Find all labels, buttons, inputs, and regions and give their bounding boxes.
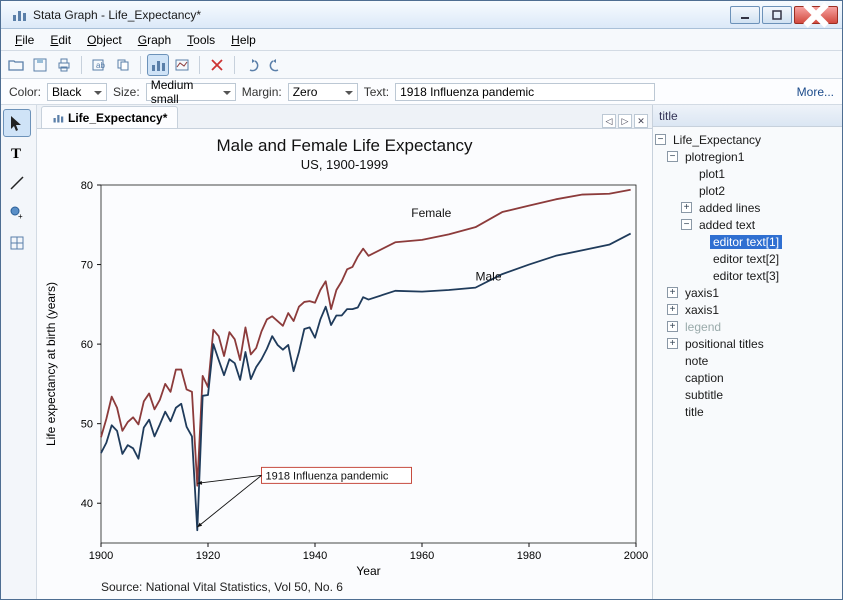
- tree-legend[interactable]: +legend: [653, 318, 842, 335]
- color-label: Color:: [9, 85, 41, 99]
- toolbar: ab: [1, 51, 842, 79]
- tree-plot2[interactable]: plot2: [653, 182, 842, 199]
- tab-close-button[interactable]: ✕: [634, 114, 648, 128]
- pointer-tool[interactable]: [3, 109, 31, 137]
- svg-text:1920: 1920: [196, 550, 220, 562]
- edit-graph-button[interactable]: [147, 54, 169, 76]
- grid-edit-tool[interactable]: [3, 229, 31, 257]
- marker-tool[interactable]: +: [3, 199, 31, 227]
- tab-strip: Life_Expectancy* ◁ ▷ ✕: [37, 105, 652, 129]
- svg-text:Female: Female: [411, 206, 451, 220]
- print-button[interactable]: [53, 54, 75, 76]
- object-tree: −Life_Expectancy −plotregion1 plot1 plot…: [653, 127, 842, 599]
- size-dropdown[interactable]: Medium small: [146, 83, 236, 101]
- canvas-pane: Life_Expectancy* ◁ ▷ ✕ Male and Female L…: [37, 105, 652, 599]
- svg-text:70: 70: [81, 260, 93, 272]
- color-dropdown[interactable]: Black: [47, 83, 107, 101]
- tree-plot1[interactable]: plot1: [653, 165, 842, 182]
- svg-text:Year: Year: [356, 564, 380, 578]
- menu-object[interactable]: Object: [79, 31, 130, 49]
- tab-prev-button[interactable]: ◁: [602, 114, 616, 128]
- redo-button[interactable]: [265, 54, 287, 76]
- tree-title[interactable]: title: [653, 403, 842, 420]
- chart-icon: [52, 112, 64, 124]
- size-label: Size:: [113, 85, 140, 99]
- open-button[interactable]: [5, 54, 27, 76]
- svg-text:ab: ab: [96, 61, 105, 70]
- tree-editor-text-2[interactable]: editor text[2]: [653, 250, 842, 267]
- object-browser-title: title: [653, 105, 842, 127]
- svg-text:1940: 1940: [303, 550, 327, 562]
- close-button[interactable]: [794, 6, 838, 24]
- object-browser: title −Life_Expectancy −plotregion1 plot…: [652, 105, 842, 599]
- app-icon: [11, 7, 27, 23]
- menubar: File Edit Object Graph Tools Help: [1, 29, 842, 51]
- tree-root[interactable]: −Life_Expectancy: [653, 131, 842, 148]
- tree-editor-text-1[interactable]: editor text[1]: [653, 233, 842, 250]
- window-title: Stata Graph - Life_Expectancy*: [33, 8, 730, 22]
- undo-button[interactable]: [241, 54, 263, 76]
- svg-text:50: 50: [81, 419, 93, 431]
- deselect-button[interactable]: [206, 54, 228, 76]
- svg-text:1980: 1980: [517, 550, 541, 562]
- save-button[interactable]: [29, 54, 51, 76]
- svg-text:2000: 2000: [624, 550, 648, 562]
- tree-subtitle[interactable]: subtitle: [653, 386, 842, 403]
- tab-next-button[interactable]: ▷: [618, 114, 632, 128]
- svg-text:Male: Male: [476, 269, 502, 283]
- more-link[interactable]: More...: [797, 85, 834, 99]
- svg-text:+: +: [18, 212, 23, 221]
- svg-text:80: 80: [81, 180, 93, 192]
- tree-editor-text-3[interactable]: editor text[3]: [653, 267, 842, 284]
- tab-life-expectancy[interactable]: Life_Expectancy*: [41, 106, 178, 128]
- titlebar[interactable]: Stata Graph - Life_Expectancy*: [1, 1, 842, 29]
- text-label: Text:: [364, 85, 389, 99]
- tree-yaxis1[interactable]: +yaxis1: [653, 284, 842, 301]
- margin-dropdown[interactable]: Zero: [288, 83, 358, 101]
- properties-bar: Color: Black Size: Medium small Margin: …: [1, 79, 842, 105]
- svg-text:1960: 1960: [410, 550, 434, 562]
- menu-edit[interactable]: Edit: [42, 31, 79, 49]
- text-tool[interactable]: T: [3, 139, 31, 167]
- workspace: T + Life_Expectancy* ◁ ▷ ✕ Male and Fema…: [1, 105, 842, 599]
- svg-text:40: 40: [81, 498, 93, 510]
- rename-button[interactable]: ab: [88, 54, 110, 76]
- chart-svg: Male and Female Life Expectancy US, 1900-…: [37, 129, 652, 599]
- edit-graph-alt-button[interactable]: [171, 54, 193, 76]
- svg-text:US, 1900-1999: US, 1900-1999: [301, 157, 388, 172]
- menu-tools[interactable]: Tools: [179, 31, 223, 49]
- copy-button[interactable]: [112, 54, 134, 76]
- text-input[interactable]: 1918 Influenza pandemic: [395, 83, 655, 101]
- tab-label: Life_Expectancy*: [68, 111, 167, 125]
- maximize-button[interactable]: [762, 6, 792, 24]
- tree-plotregion[interactable]: −plotregion1: [653, 148, 842, 165]
- tree-xaxis1[interactable]: +xaxis1: [653, 301, 842, 318]
- svg-text:Source: National Vital Statis: Source: National Vital Statistics, Vol 5…: [101, 580, 343, 594]
- tree-note[interactable]: note: [653, 352, 842, 369]
- svg-text:60: 60: [81, 339, 93, 351]
- line-tool[interactable]: [3, 169, 31, 197]
- margin-label: Margin:: [242, 85, 282, 99]
- tool-palette: T +: [1, 105, 37, 599]
- svg-text:Male and Female Life Expectanc: Male and Female Life Expectancy: [216, 136, 473, 155]
- tree-caption[interactable]: caption: [653, 369, 842, 386]
- menu-file[interactable]: File: [7, 31, 42, 49]
- svg-text:1900: 1900: [89, 550, 113, 562]
- svg-text:T: T: [11, 146, 21, 162]
- tree-added-text[interactable]: −added text: [653, 216, 842, 233]
- minimize-button[interactable]: [730, 6, 760, 24]
- svg-text:Life expectancy at birth (year: Life expectancy at birth (years): [44, 282, 58, 446]
- graph-canvas[interactable]: Male and Female Life Expectancy US, 1900-…: [37, 129, 652, 599]
- menu-help[interactable]: Help: [223, 31, 264, 49]
- menu-graph[interactable]: Graph: [130, 31, 179, 49]
- app-window: Stata Graph - Life_Expectancy* File Edit…: [0, 0, 843, 600]
- tree-added-lines[interactable]: +added lines: [653, 199, 842, 216]
- tree-positional-titles[interactable]: +positional titles: [653, 335, 842, 352]
- svg-text:1918 Influenza pandemic: 1918 Influenza pandemic: [266, 470, 389, 482]
- tab-controls: ◁ ▷ ✕: [602, 114, 652, 128]
